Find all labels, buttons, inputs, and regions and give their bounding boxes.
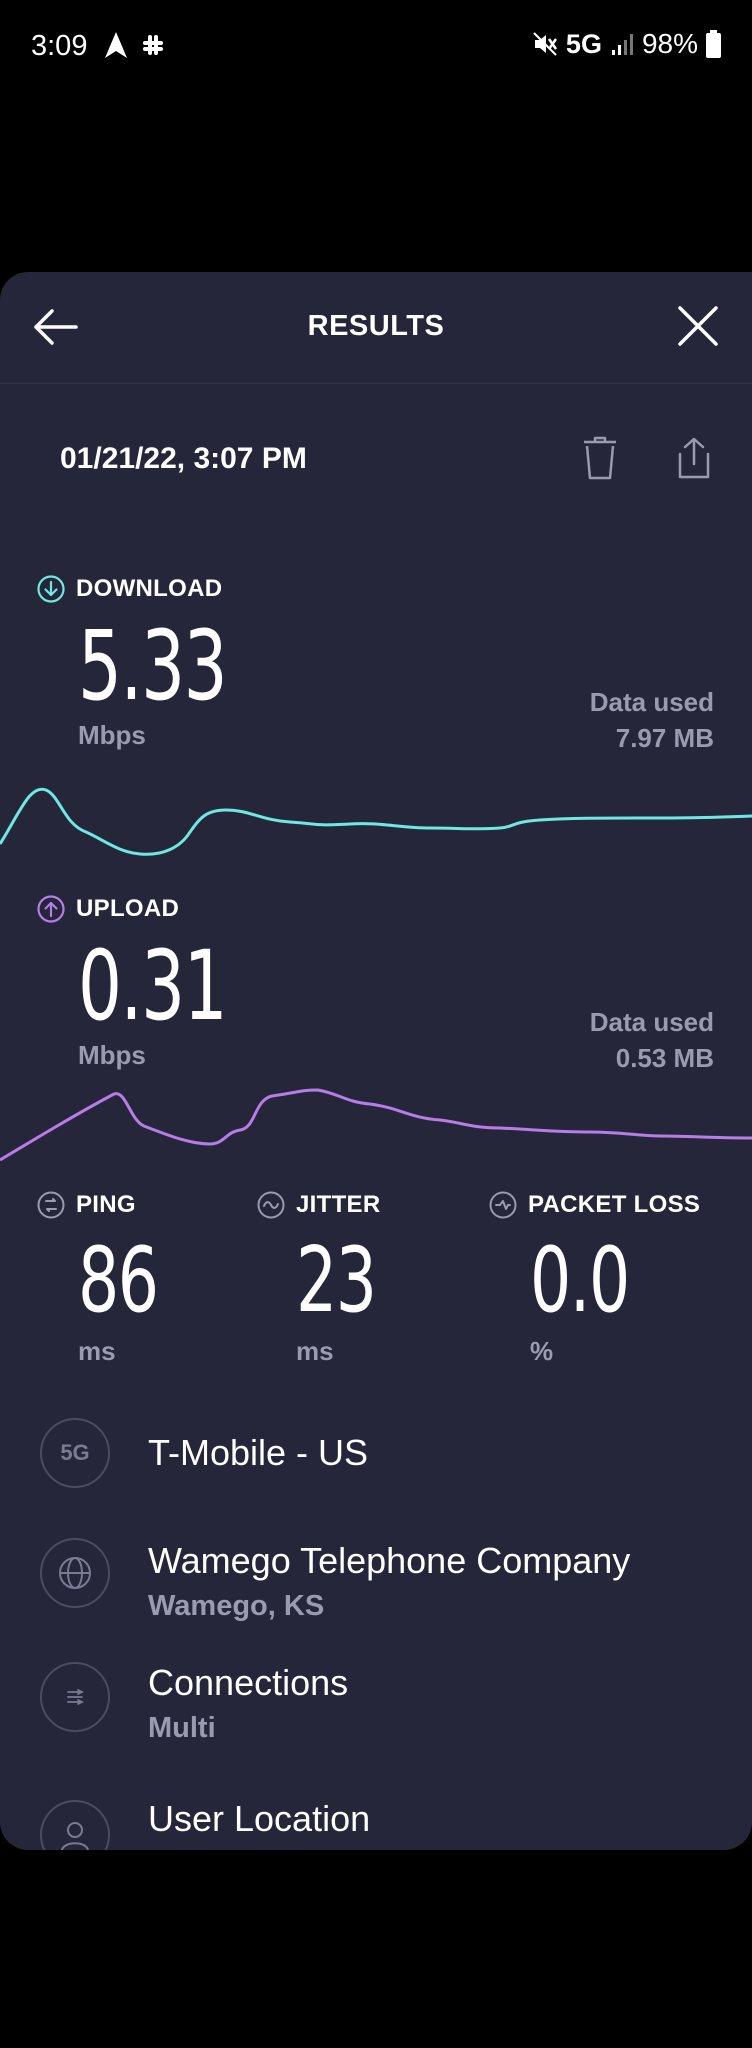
connections-icon xyxy=(40,1662,110,1732)
close-icon[interactable] xyxy=(676,304,720,348)
download-unit: Mbps xyxy=(78,720,146,750)
carrier-5g-icon: 5G xyxy=(40,1418,110,1488)
packet-loss-label: PACKET LOSS xyxy=(488,1190,700,1220)
upload-data-used-value: 0.53 MB xyxy=(615,1043,714,1073)
ping-label: PING xyxy=(36,1190,136,1220)
upload-unit: Mbps xyxy=(78,1040,146,1070)
page-title: RESULTS xyxy=(307,310,445,342)
connections-value: Multi xyxy=(148,1712,216,1744)
share-icon[interactable] xyxy=(672,436,716,480)
slack-icon xyxy=(143,35,163,55)
packet-loss-label-text: PACKET LOSS xyxy=(528,1191,701,1218)
signal-icon xyxy=(611,34,633,55)
upload-data-used: Data used 0.53 MB xyxy=(590,1004,714,1076)
packet-loss-unit: % xyxy=(530,1336,554,1366)
download-graph-line xyxy=(0,787,752,856)
ping-unit: ms xyxy=(78,1336,116,1366)
upload-label: UPLOAD xyxy=(36,894,179,924)
upload-value: 0.31 xyxy=(78,930,228,1042)
carrier-name: T-Mobile - US xyxy=(148,1432,369,1473)
trash-icon[interactable] xyxy=(580,436,620,480)
download-icon xyxy=(37,575,65,603)
ping-label-text: PING xyxy=(76,1191,136,1218)
status-time: 3:09 xyxy=(31,30,88,62)
download-graph xyxy=(0,787,752,856)
battery-icon xyxy=(706,30,721,58)
user-location-title: User Location xyxy=(148,1798,371,1839)
jitter-value: 23 xyxy=(296,1228,377,1333)
upload-graph xyxy=(0,1088,752,1162)
ping-icon xyxy=(37,1191,65,1219)
download-label-text: DOWNLOAD xyxy=(76,575,223,602)
ping-value: 86 xyxy=(78,1228,159,1333)
user-icon xyxy=(40,1800,110,1850)
download-data-used: Data used 7.97 MB xyxy=(590,684,714,756)
result-date: 01/21/22, 3:07 PM xyxy=(60,442,307,475)
packet-loss-value: 0.0 xyxy=(530,1228,630,1333)
upload-icon xyxy=(37,895,65,923)
results-header: RESULTS xyxy=(0,272,752,384)
upload-graph-line xyxy=(0,1088,752,1162)
results-sheet: RESULTS 01/21/22, 3:07 PM DOWNLOAD 5.33 … xyxy=(0,272,752,1850)
battery-percent: 98% xyxy=(641,28,698,59)
connections-title: Connections xyxy=(148,1662,349,1703)
download-data-used-value: 7.97 MB xyxy=(615,723,714,753)
download-label: DOWNLOAD xyxy=(36,574,222,604)
jitter-icon xyxy=(257,1191,285,1219)
jitter-unit: ms xyxy=(296,1336,334,1366)
server-location: Wamego, KS xyxy=(148,1590,325,1622)
upload-label-text: UPLOAD xyxy=(76,895,180,922)
download-data-used-label: Data used xyxy=(589,687,714,717)
download-value: 5.33 xyxy=(78,610,228,722)
mute-icon xyxy=(533,32,557,56)
network-type: 5G xyxy=(565,28,602,59)
navigation-arrow-icon xyxy=(105,32,127,58)
status-right: 5G 98% xyxy=(532,28,721,60)
upload-data-used-label: Data used xyxy=(589,1007,714,1037)
server-name: Wamego Telephone Company xyxy=(148,1540,631,1581)
jitter-label-text: JITTER xyxy=(296,1191,381,1218)
packet-loss-icon xyxy=(489,1191,517,1219)
status-bar: 3:09 5G 98% xyxy=(0,0,752,94)
jitter-label: JITTER xyxy=(256,1190,380,1220)
globe-icon xyxy=(40,1538,110,1608)
